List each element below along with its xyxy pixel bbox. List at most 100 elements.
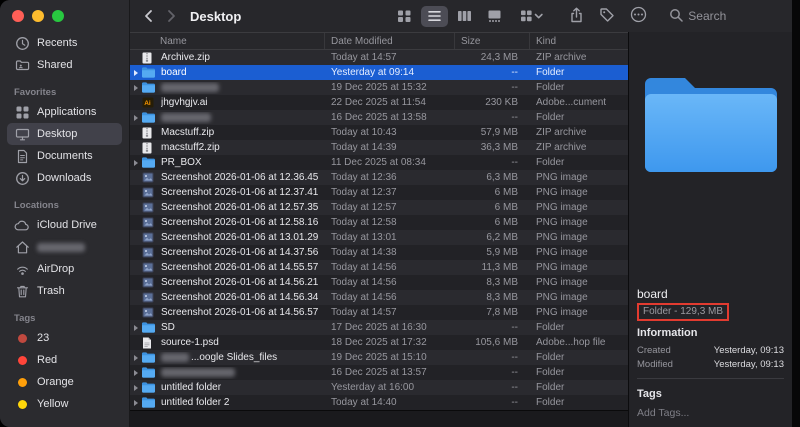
file-name: ...oogle Slides_files	[191, 352, 278, 363]
horizontal-scrollbar[interactable]	[130, 410, 628, 427]
table-row[interactable]: Screenshot 2026-01-06 at 14.56.34 Today a…	[130, 290, 628, 305]
table-row[interactable]: untitled folder Yesterday at 16:00 -- Folde…	[130, 380, 628, 395]
file-date: 16 Dec 2025 at 13:58	[331, 112, 427, 123]
column-header-size[interactable]: Size	[455, 33, 530, 49]
file-name-cell: Ai jhgvhgjv.ai	[130, 97, 325, 109]
disclosure-triangle[interactable]	[130, 84, 142, 91]
disclosure-triangle[interactable]	[130, 354, 142, 361]
chevron-right-button[interactable]	[160, 5, 182, 27]
file-name: Screenshot 2026-01-06 at 12.57.35	[161, 202, 319, 213]
file-size: 230 KB	[485, 97, 518, 108]
file-kind: Folder	[536, 82, 565, 93]
group-by-button[interactable]	[518, 6, 545, 27]
close-button[interactable]	[12, 10, 24, 22]
main-area: Desktop Search Name Date Modified Size Kind…	[130, 0, 792, 427]
sidebar-item-trash[interactable]: Trash	[7, 280, 122, 302]
table-row[interactable]: Screenshot 2026-01-06 at 14.37.56 Today a…	[130, 245, 628, 260]
search-input[interactable]: Search	[669, 8, 779, 25]
file-size: 36,3 MB	[480, 142, 518, 153]
sidebar-item-user-home[interactable]	[7, 236, 122, 258]
grid-view-button[interactable]	[391, 6, 418, 27]
table-row[interactable]: Screenshot 2026-01-06 at 12.58.16 Today a…	[130, 215, 628, 230]
disclosure-triangle[interactable]	[130, 399, 142, 406]
info-row: Modified Yesterday, 09:13	[637, 357, 784, 371]
folder-icon	[142, 112, 156, 124]
sidebar-item-downloads[interactable]: Downloads	[7, 167, 122, 189]
table-row[interactable]: Archive.zip Today at 14:57 24,3 MB ZIP arch…	[130, 50, 628, 65]
more-button[interactable]	[630, 6, 647, 26]
clock-icon	[14, 35, 30, 51]
disclosure-triangle[interactable]	[130, 384, 142, 391]
zoom-button[interactable]	[52, 10, 64, 22]
redacted-name	[161, 113, 211, 122]
table-row[interactable]: 16 Dec 2025 at 13:58 -- Folder	[130, 110, 628, 125]
file-name: PR_BOX	[161, 157, 202, 168]
disclosure-triangle[interactable]	[130, 369, 142, 376]
file-size: --	[511, 352, 518, 363]
disclosure-triangle[interactable]	[130, 114, 142, 121]
file-name: untitled folder 2	[161, 397, 230, 408]
table-row[interactable]: Screenshot 2026-01-06 at 12.37.41 Today a…	[130, 185, 628, 200]
column-header-date-modified[interactable]: Date Modified	[325, 33, 455, 49]
tag-color-dot	[17, 355, 27, 365]
file-date: Yesterday at 16:00	[331, 382, 415, 393]
sidebar-item-yellow[interactable]: Yellow	[7, 393, 122, 415]
table-row[interactable]: macstuff2.zip Today at 14:39 36,3 MB ZIP ar…	[130, 140, 628, 155]
file-name-cell: macstuff2.zip	[130, 142, 325, 154]
table-row[interactable]: Screenshot 2026-01-06 at 13.01.29 Today a…	[130, 230, 628, 245]
file-name-cell: Archive.zip	[130, 52, 325, 64]
list-view-button[interactable]	[421, 5, 449, 27]
minimize-button[interactable]	[32, 10, 44, 22]
toolbar: Desktop Search	[130, 0, 792, 32]
file-rows: Archive.zip Today at 14:57 24,3 MB ZIP arch…	[130, 50, 628, 410]
table-row[interactable]: board Yesterday at 09:14 -- Folder	[130, 65, 628, 80]
image-icon	[142, 247, 156, 259]
sidebar-item-label: Desktop	[37, 128, 78, 140]
column-header-kind[interactable]: Kind	[530, 33, 628, 49]
sidebar-item-airdrop[interactable]: AirDrop	[7, 258, 122, 280]
table-row[interactable]: source-1.psd 18 Dec 2025 at 17:32 105,6 MB…	[130, 335, 628, 350]
file-date: 16 Dec 2025 at 13:57	[331, 367, 427, 378]
sidebar-item-documents[interactable]: Documents	[7, 145, 122, 167]
cloud-icon	[14, 217, 30, 233]
chevron-left-button[interactable]	[138, 5, 160, 27]
table-row[interactable]: 19 Dec 2025 at 15:32 -- Folder	[130, 80, 628, 95]
downloads-icon	[14, 170, 30, 186]
table-row[interactable]: Ai jhgvhgjv.ai 22 Dec 2025 at 11:54 230 KB A…	[130, 95, 628, 110]
sidebar-item-orange[interactable]: Orange	[7, 371, 122, 393]
column-header-label: Kind	[536, 35, 557, 47]
sidebar-item-23[interactable]: 23	[7, 327, 122, 349]
table-row[interactable]: Screenshot 2026-01-06 at 12.36.45 Today a…	[130, 170, 628, 185]
disclosure-triangle[interactable]	[130, 324, 142, 331]
sidebar-item-shared[interactable]: Shared	[7, 54, 122, 76]
disclosure-triangle[interactable]	[130, 69, 142, 76]
table-row[interactable]: PR_BOX 11 Dec 2025 at 08:34 -- Folder	[130, 155, 628, 170]
table-row[interactable]: untitled folder 2 Today at 14:40 -- Folder	[130, 395, 628, 410]
column-header-name[interactable]: Name	[130, 33, 325, 49]
search-icon	[669, 8, 684, 25]
sidebar-item-label: Applications	[37, 106, 97, 118]
file-kind: Adobe...cument	[536, 97, 607, 108]
tag-button[interactable]	[599, 7, 615, 26]
column-view-button[interactable]	[451, 6, 478, 27]
table-row[interactable]: SD 17 Dec 2025 at 16:30 -- Folder	[130, 320, 628, 335]
share-button[interactable]	[569, 7, 584, 26]
table-row[interactable]: ...oogle Slides_files 19 Dec 2025 at 15:1…	[130, 350, 628, 365]
sidebar-item-icloud-drive[interactable]: iCloud Drive	[7, 214, 122, 236]
table-row[interactable]: 16 Dec 2025 at 13:57 -- Folder	[130, 365, 628, 380]
sidebar-item-desktop[interactable]: Desktop	[7, 123, 122, 145]
table-row[interactable]: Macstuff.zip Today at 10:43 57,9 MB ZIP arc…	[130, 125, 628, 140]
add-tags-input[interactable]: Add Tags...	[637, 407, 784, 419]
table-row[interactable]: Screenshot 2026-01-06 at 14.56.57 Today a…	[130, 305, 628, 320]
table-row[interactable]: Screenshot 2026-01-06 at 14.55.57 Today a…	[130, 260, 628, 275]
sidebar-item-recents[interactable]: Recents	[7, 32, 122, 54]
file-name-cell: Screenshot 2026-01-06 at 12.57.35	[130, 202, 325, 214]
gallery-view-button[interactable]	[481, 6, 508, 27]
table-row[interactable]: Screenshot 2026-01-06 at 12.57.35 Today a…	[130, 200, 628, 215]
file-name: SD	[161, 322, 175, 333]
sidebar-item-applications[interactable]: Applications	[7, 101, 122, 123]
table-row[interactable]: Screenshot 2026-01-06 at 14.56.21 Today a…	[130, 275, 628, 290]
sidebar-item-red[interactable]: Red	[7, 349, 122, 371]
nav-buttons	[138, 5, 182, 27]
disclosure-triangle[interactable]	[130, 159, 142, 166]
